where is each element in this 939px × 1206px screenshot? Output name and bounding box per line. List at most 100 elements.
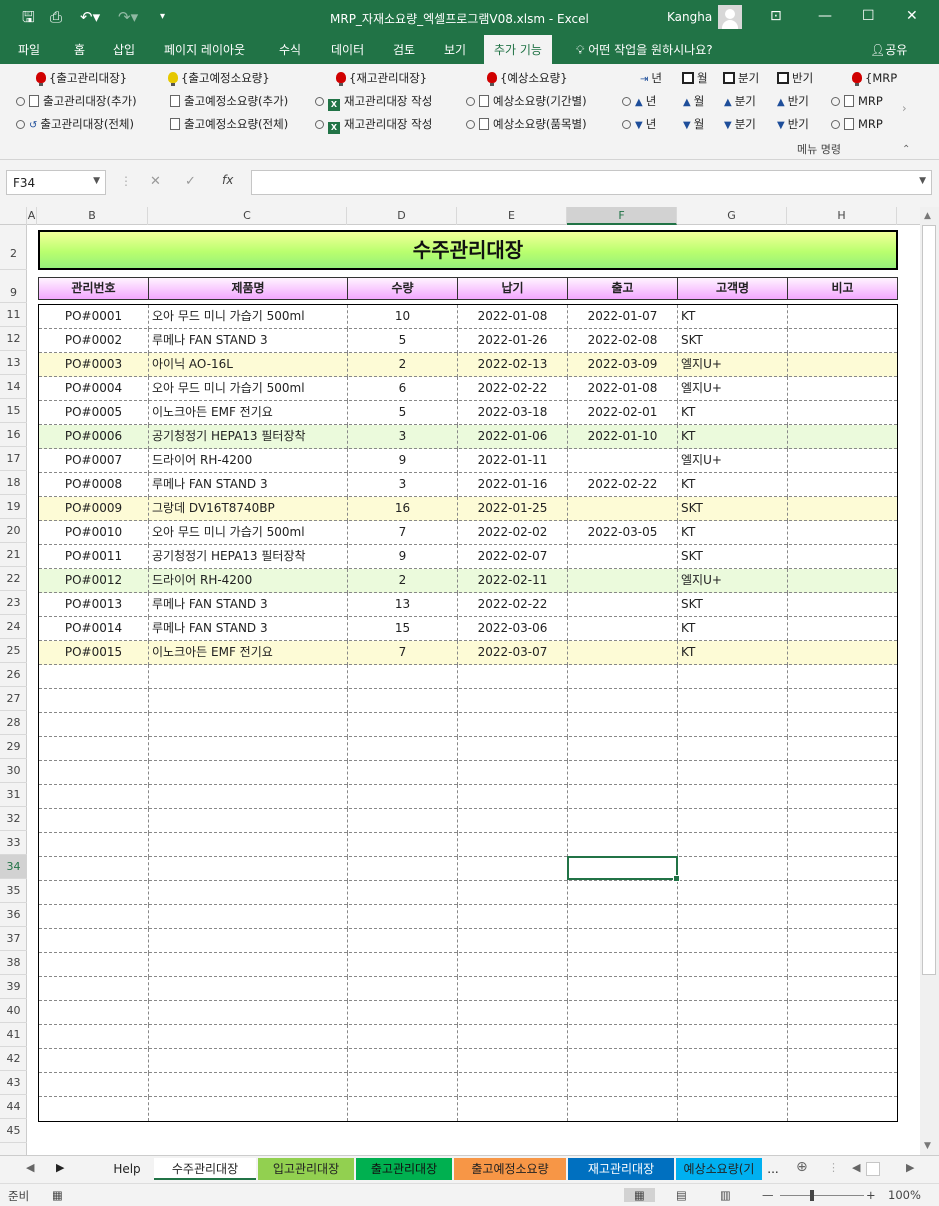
cell-no[interactable] [39,761,149,785]
cell-customer[interactable]: KT [678,617,788,641]
cell-qty[interactable]: 16 [348,497,458,521]
tab-scroll-left-icon[interactable]: ◀ [26,1161,34,1174]
cell-customer[interactable]: 엘지U+ [678,377,788,401]
cell-ship[interactable]: 2022-02-08 [568,329,678,353]
cell-product[interactable] [149,761,348,785]
cell-qty[interactable] [348,761,458,785]
cell-customer[interactable]: SKT [678,497,788,521]
cell-no[interactable] [39,1049,149,1073]
cell-product[interactable]: 오아 무드 미니 가습기 500ml [149,521,348,545]
cell-note[interactable] [788,497,899,521]
row-header[interactable]: 26 [0,663,27,687]
cell-qty[interactable]: 5 [348,401,458,425]
sheet-tab[interactable]: 예상소요량(기 [676,1158,762,1180]
tab-formulas[interactable]: 수식 [279,41,301,58]
cell-product[interactable]: 이노크아든 EMF 전기요 [149,641,348,665]
cell-qty[interactable] [348,1073,458,1097]
cell-no[interactable] [39,713,149,737]
cell-qty[interactable] [348,713,458,737]
row-header[interactable]: 43 [0,1071,27,1095]
row-header[interactable]: 42 [0,1047,27,1071]
cell-note[interactable] [788,1049,899,1073]
column-header-e[interactable]: E [457,207,567,225]
cell-product[interactable]: 오아 무드 미니 가습기 500ml [149,305,348,329]
menu-half-up[interactable]: ▲ 반기 [777,93,809,111]
cell-customer[interactable] [678,881,788,905]
cell-no[interactable] [39,833,149,857]
cell-due[interactable]: 2022-01-06 [458,425,568,449]
cell-product[interactable]: 이노크아든 EMF 전기요 [149,401,348,425]
cell-due[interactable]: 2022-02-02 [458,521,568,545]
ribbon-scroll-right-icon[interactable]: › [902,100,907,116]
cell-note[interactable] [788,617,899,641]
cell-due[interactable]: 2022-03-06 [458,617,568,641]
cell-product[interactable] [149,1001,348,1025]
row-header[interactable]: 37 [0,927,27,951]
name-box[interactable]: F34 ▼ [6,170,106,195]
cell-due[interactable] [458,689,568,713]
add-sheet-icon[interactable]: ⊕ [796,1159,808,1175]
cell-product[interactable] [149,929,348,953]
scroll-down-icon[interactable]: ▼ [924,1141,931,1151]
row-header[interactable]: 15 [0,399,27,423]
cell-ship[interactable] [568,1073,678,1097]
row-header[interactable]: 23 [0,591,27,615]
menu-year[interactable]: ⇥ 년 [640,70,662,88]
menu-month-up[interactable]: ▲ 월 [683,93,704,111]
menu-year-down[interactable]: ▼ 년 [622,116,656,134]
cell-product[interactable] [149,689,348,713]
cell-due[interactable] [458,1001,568,1025]
cell-no[interactable]: PO#0007 [39,449,149,473]
tab-review[interactable]: 검토 [393,41,415,58]
row-header[interactable]: 21 [0,543,27,567]
sheet-tab[interactable]: ... [764,1158,782,1180]
row-header[interactable]: 11 [0,303,27,327]
cell-due[interactable]: 2022-02-22 [458,593,568,617]
cell-note[interactable] [788,737,899,761]
cell-ship[interactable] [568,809,678,833]
menu-outbound-all[interactable]: ↺ 출고관리대장(전체) [16,116,134,134]
cell-ship[interactable]: 2022-02-22 [568,473,678,497]
zoom-slider-knob[interactable] [810,1190,814,1201]
row-header[interactable]: 44 [0,1095,27,1119]
cell-due[interactable]: 2022-02-22 [458,377,568,401]
menu-expected-demand[interactable]: {예상소요량} [487,70,568,86]
column-header-a[interactable]: A [27,207,37,225]
cell-ship[interactable] [568,593,678,617]
cell-note[interactable] [788,929,899,953]
cell-due[interactable] [458,761,568,785]
undo-icon[interactable]: ↶▾ [80,9,100,25]
cell-customer[interactable] [678,737,788,761]
page-break-view-icon[interactable]: ▥ [720,1188,731,1202]
tab-insert[interactable]: 삽입 [113,41,135,58]
menu-inventory-create-2[interactable]: X 재고관리대장 작성 [315,116,432,134]
cell-no[interactable]: PO#0011 [39,545,149,569]
row-header[interactable]: 36 [0,903,27,927]
cell-no[interactable]: PO#0002 [39,329,149,353]
cell-no[interactable] [39,809,149,833]
menu-inventory-ledger[interactable]: {재고관리대장} [336,70,427,86]
menu-outbound-ledger[interactable]: {출고관리대장} [36,70,127,86]
cell-note[interactable] [788,809,899,833]
cell-product[interactable] [149,833,348,857]
row-header[interactable]: 20 [0,519,27,543]
cell-no[interactable]: PO#0014 [39,617,149,641]
page-layout-view-icon[interactable]: ▤ [676,1188,687,1202]
cell-due[interactable] [458,929,568,953]
cell-qty[interactable] [348,881,458,905]
cell-no[interactable]: PO#0015 [39,641,149,665]
cell-product[interactable] [149,1097,348,1121]
cell-product[interactable] [149,809,348,833]
cell-ship[interactable] [568,737,678,761]
zoom-level[interactable]: 100% [888,1188,921,1202]
sheet-tab[interactable]: 입고관리대장 [258,1158,354,1180]
cell-no[interactable] [39,689,149,713]
menu-year-up[interactable]: ▲ 년 [622,93,656,111]
cell-customer[interactable] [678,857,788,881]
cell-customer[interactable] [678,761,788,785]
cell-customer[interactable]: KT [678,401,788,425]
cell-note[interactable] [788,665,899,689]
cell-due[interactable]: 2022-02-13 [458,353,568,377]
cell-customer[interactable] [678,1025,788,1049]
menu-mrp-3[interactable]: MRP [831,116,883,132]
